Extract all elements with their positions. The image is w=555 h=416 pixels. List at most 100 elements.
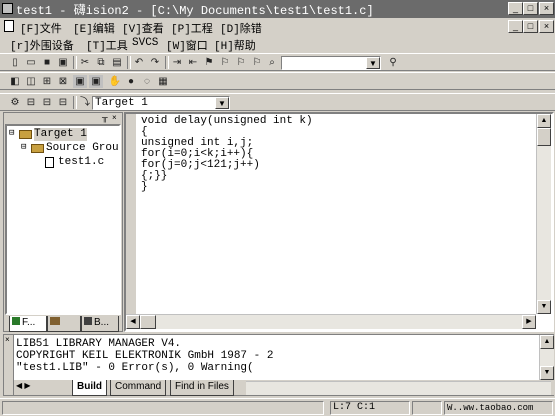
menu-svcs[interactable]: SVCS [132, 37, 158, 49]
menu-window[interactable]: [W]窗口 [166, 37, 208, 53]
mdi-restore-button[interactable]: □ [523, 20, 538, 33]
output-panel: × LIB51 LIBRARY MANAGER V4. COPYRIGHT KE… [3, 334, 554, 396]
tree-item-target[interactable]: ⊟ Target 1 [9, 128, 119, 141]
scroll-up-icon[interactable]: ▲ [540, 335, 554, 349]
paste-icon[interactable]: ▤ [110, 56, 124, 69]
code-line[interactable]: void delay(unsigned int k) [141, 115, 313, 127]
pin-icon[interactable]: ╥ [102, 113, 108, 122]
output-line: LIB51 LIBRARY MANAGER V4. [16, 338, 182, 350]
open-folder-icon[interactable]: ▭ [24, 56, 38, 69]
hand-icon[interactable]: ✋ [108, 75, 122, 88]
project-tabs: F... B... [5, 316, 121, 332]
cut-icon[interactable]: ✂ [78, 56, 92, 69]
output-text-area: LIB51 LIBRARY MANAGER V4. COPYRIGHT KEIL… [14, 335, 539, 380]
app-icon[interactable] [2, 3, 13, 14]
window-icon[interactable]: ▦ [156, 75, 170, 88]
tab-files[interactable]: F... [9, 316, 47, 332]
load-icon[interactable]: ⤵ [78, 96, 92, 109]
output-line: COPYRIGHT KEIL ELEKTRONIK GmbH 1987 - 2 [16, 350, 274, 362]
window-title: test1 - 礴ision2 - [C:\My Documents\test1… [16, 4, 374, 18]
copy-icon[interactable]: ⧉ [94, 56, 108, 69]
find-combo[interactable]: ▼ [281, 56, 381, 70]
mdi-close-button[interactable]: × [539, 20, 554, 33]
unindent-icon[interactable]: ⇤ [186, 56, 200, 69]
step-icon[interactable]: ▣ [73, 75, 87, 88]
maximize-button[interactable]: □ [523, 2, 538, 15]
menu-peripherals[interactable]: [r]外围设备 [10, 37, 74, 53]
menu-edit[interactable]: [E]编辑 [73, 20, 115, 36]
editor-panel: void delay(unsigned int k) { unsigned in… [124, 112, 554, 332]
prev-bookmark-icon[interactable]: ⚐ [234, 56, 248, 69]
build-icon[interactable]: ⊟ [24, 96, 38, 109]
undo-icon[interactable]: ↶ [132, 56, 146, 69]
panel-close-icon[interactable]: × [112, 113, 117, 122]
breakpoint-icon[interactable]: ● [124, 75, 138, 88]
editor-vertical-scrollbar[interactable]: ▲ ▼ [536, 114, 551, 314]
menu-bar: [F]文件 [E]编辑 [V]查看 [P]工程 [D]除错 _ □ × [0, 18, 555, 36]
indent-icon[interactable]: ⇥ [170, 56, 184, 69]
output-vertical-scrollbar[interactable]: ▲ ▼ [539, 335, 554, 380]
tabs-horizontal-scrollbar[interactable] [246, 381, 551, 395]
save-icon[interactable]: ■ [40, 56, 54, 69]
redo-icon[interactable]: ↷ [148, 56, 162, 69]
books-icon [84, 317, 92, 325]
status-position: L:7 C:1 [330, 401, 410, 415]
code-line[interactable]: } [141, 181, 148, 193]
menu-view[interactable]: [V]查看 [122, 20, 164, 36]
tree-item-source-group[interactable]: ⊟ Source Grou [21, 142, 121, 155]
tab-books[interactable]: B... [81, 316, 119, 332]
tree-item-label: Source Grou [46, 142, 119, 154]
tab-nav-icon[interactable]: ◀ ▶ [16, 381, 31, 390]
scroll-down-icon[interactable]: ▼ [540, 366, 554, 380]
debug-session-icon[interactable]: ◧ [8, 75, 22, 88]
target-combo[interactable]: Target 1 ▼ [92, 96, 230, 110]
scroll-thumb[interactable] [537, 128, 551, 146]
menu-debug[interactable]: [D]除错 [220, 20, 262, 36]
close-button[interactable]: × [539, 2, 554, 15]
tab-build[interactable]: Build [72, 380, 107, 396]
tab-regs[interactable] [47, 316, 81, 332]
run-icon[interactable]: ⊞ [40, 75, 54, 88]
output-tabs: ◀ ▶ Build Command Find in Files [14, 380, 554, 396]
folder-icon [31, 144, 44, 153]
scroll-down-icon[interactable]: ▼ [537, 300, 551, 314]
step-over-icon[interactable]: ▣ [89, 75, 103, 88]
menu-project[interactable]: [P]工程 [171, 20, 213, 36]
mdi-minimize-button[interactable]: _ [508, 20, 523, 33]
toolbar-separator [165, 56, 169, 69]
dropdown-arrow-icon[interactable]: ▼ [215, 97, 229, 109]
editor-horizontal-scrollbar[interactable]: ◀ ▶ [126, 314, 536, 329]
panel-caption: ╥ × [4, 113, 122, 123]
rebuild-icon[interactable]: ⊟ [40, 96, 54, 109]
menu-file[interactable]: [F]文件 [20, 20, 62, 36]
binoculars-icon[interactable]: ⚲ [386, 56, 400, 69]
clear-bookmarks-icon[interactable]: ⚐ [250, 56, 264, 69]
scroll-right-icon[interactable]: ▶ [522, 315, 536, 329]
scroll-left-icon[interactable]: ◀ [126, 315, 140, 329]
minimize-button[interactable]: _ [508, 2, 523, 15]
next-bookmark-icon[interactable]: ⚐ [218, 56, 232, 69]
menu-help[interactable]: [H]帮助 [214, 37, 256, 53]
scroll-up-icon[interactable]: ▲ [537, 114, 551, 128]
tree-item-file[interactable]: test1.c [45, 156, 119, 169]
bookmark-icon[interactable]: ⚑ [202, 56, 216, 69]
document-icon[interactable] [4, 20, 14, 32]
stop-icon[interactable]: ⊠ [56, 75, 70, 88]
kill-breakpoint-icon[interactable]: ◌ [140, 75, 154, 88]
expander-icon[interactable]: ⊟ [21, 142, 26, 152]
tab-find-in-files[interactable]: Find in Files [170, 380, 234, 396]
dropdown-arrow-icon[interactable]: ▼ [366, 57, 380, 69]
batch-build-icon[interactable]: ⊟ [56, 96, 70, 109]
file-toolbar: ▯ ▭ ■ ▣ ✂ ⧉ ▤ ↶ ↷ ⇥ ⇤ ⚑ ⚐ ⚐ ⚐ ⌕ ▼ ⚲ [0, 53, 555, 71]
menu-tools[interactable]: [T]工具 [86, 37, 128, 53]
tab-command[interactable]: Command [110, 380, 167, 396]
reset-icon[interactable]: ◫ [24, 75, 38, 88]
expander-icon[interactable]: ⊟ [9, 128, 14, 138]
panel-close-icon[interactable]: × [5, 335, 10, 344]
scroll-thumb[interactable] [140, 315, 156, 329]
new-file-icon[interactable]: ▯ [8, 56, 22, 69]
find-in-files-icon[interactable]: ⌕ [265, 56, 279, 69]
save-all-icon[interactable]: ▣ [56, 56, 70, 69]
build-toolbar: ⚙ ⊟ ⊟ ⊟ ⤵ Target 1 ▼ [0, 93, 555, 111]
translate-icon[interactable]: ⚙ [8, 96, 22, 109]
